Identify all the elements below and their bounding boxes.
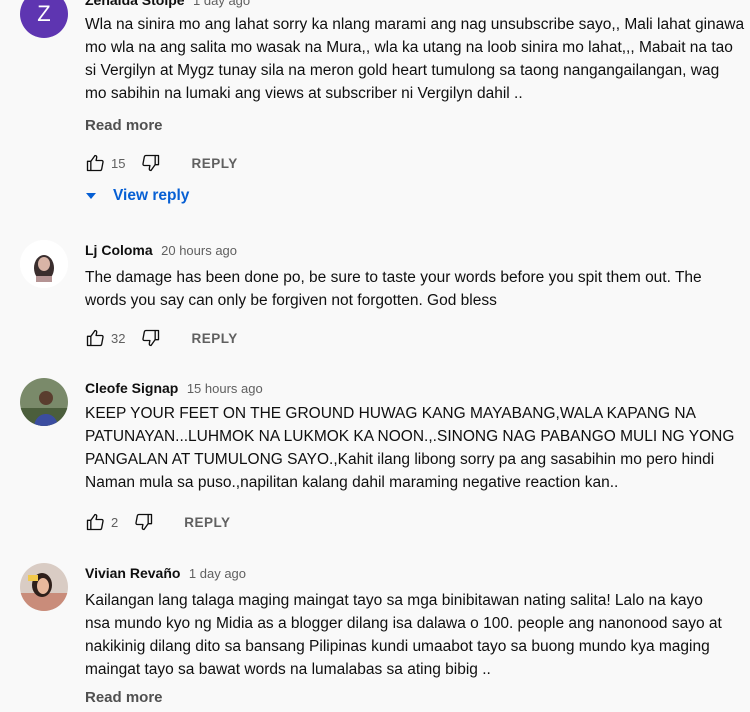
comment-thread: Lj Coloma 20 hours ago The damage has be… bbox=[0, 235, 750, 355]
like-count: 2 bbox=[111, 514, 119, 530]
like-button[interactable] bbox=[85, 512, 105, 532]
thumb-down-icon bbox=[135, 513, 153, 531]
like-button[interactable] bbox=[85, 328, 105, 348]
avatar[interactable] bbox=[20, 240, 68, 288]
thumb-up-icon bbox=[86, 329, 104, 347]
thumb-up-icon bbox=[86, 513, 104, 531]
thumb-down-icon bbox=[142, 329, 160, 347]
avatar[interactable]: Z bbox=[20, 0, 68, 38]
like-count: 15 bbox=[111, 155, 126, 171]
comment-time[interactable]: 20 hours ago bbox=[161, 243, 237, 258]
read-more-button[interactable]: Read more bbox=[85, 689, 163, 706]
avatar-letter: Z bbox=[37, 1, 51, 26]
avatar-image bbox=[20, 378, 68, 426]
comment-author[interactable]: Lj Coloma bbox=[85, 242, 153, 258]
comment-text: The damage has been done po, be sure to … bbox=[85, 269, 702, 309]
comment-thread: Vivian Revaño 1 day ago Kailangan lang t… bbox=[0, 555, 750, 712]
comment-time[interactable]: 1 day ago bbox=[193, 0, 250, 8]
dislike-button[interactable] bbox=[141, 153, 161, 173]
avatar[interactable] bbox=[20, 563, 68, 611]
comment-actions: 2 REPLY bbox=[85, 510, 231, 534]
reply-button[interactable]: REPLY bbox=[184, 515, 230, 530]
avatar[interactable] bbox=[20, 378, 68, 426]
comment-actions: 32 REPLY bbox=[85, 326, 238, 350]
dislike-button[interactable] bbox=[141, 328, 161, 348]
comment-text: KEEP YOUR FEET ON THE GROUND HUWAG KANG … bbox=[85, 405, 735, 491]
avatar-image bbox=[20, 563, 68, 611]
comment-time[interactable]: 1 day ago bbox=[189, 566, 246, 581]
comment-thread: Z Zenaida Stoipe 1 day ago Wla na sinira… bbox=[0, 0, 750, 220]
comment-header: Lj Coloma 20 hours ago bbox=[85, 242, 237, 260]
dislike-button[interactable] bbox=[134, 512, 154, 532]
comment-text: Wla na sinira mo ang lahat sorry ka nlan… bbox=[85, 16, 745, 102]
comment-header: Zenaida Stoipe 1 day ago bbox=[85, 0, 250, 10]
caret-down-icon bbox=[86, 193, 96, 199]
comment-author[interactable]: Vivian Revaño bbox=[85, 565, 180, 581]
comment-actions: 15 REPLY bbox=[85, 151, 238, 175]
like-count: 32 bbox=[111, 330, 126, 346]
comment-author[interactable]: Cleofe Signap bbox=[85, 380, 178, 396]
comment-header: Vivian Revaño 1 day ago bbox=[85, 565, 246, 583]
comment-author[interactable]: Zenaida Stoipe bbox=[85, 0, 185, 8]
like-button[interactable] bbox=[85, 153, 105, 173]
comment-thread: Cleofe Signap 15 hours ago KEEP YOUR FEE… bbox=[0, 372, 750, 542]
view-reply-button[interactable]: View reply bbox=[85, 187, 189, 205]
thumb-up-icon bbox=[86, 154, 104, 172]
reply-button[interactable]: REPLY bbox=[191, 331, 237, 346]
reply-button[interactable]: REPLY bbox=[191, 156, 237, 171]
avatar-image bbox=[20, 240, 68, 288]
comment-text: Kailangan lang talaga maging maingat tay… bbox=[85, 592, 722, 678]
view-reply-label: View reply bbox=[113, 187, 190, 204]
thumb-down-icon bbox=[142, 154, 160, 172]
read-more-button[interactable]: Read more bbox=[85, 117, 163, 134]
comment-header: Cleofe Signap 15 hours ago bbox=[85, 380, 263, 398]
comment-time[interactable]: 15 hours ago bbox=[187, 381, 263, 396]
